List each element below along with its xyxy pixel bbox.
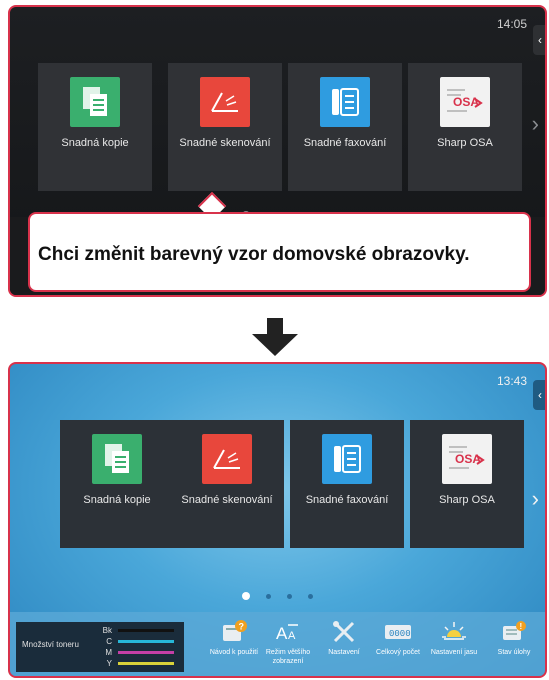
callout-text: Chci změnit barevný vzor domovské obrazo…: [38, 244, 470, 265]
clock: 14:05: [496, 17, 527, 31]
scan-icon: [202, 434, 252, 484]
side-panel-tab[interactable]: ‹: [533, 380, 545, 410]
page-dot[interactable]: [287, 593, 292, 599]
settings-button[interactable]: Nastavení: [316, 618, 372, 657]
svg-text:0000: 0000: [389, 629, 411, 639]
action-label: Nastavení jasu: [430, 649, 478, 656]
toner-bar: [118, 640, 174, 643]
manual-button[interactable]: ? Návod k použití: [206, 618, 262, 657]
large-display-mode-button[interactable]: AA Režim většího zobrazení: [260, 618, 316, 666]
fax-icon: [320, 77, 370, 127]
chevron-left-icon: ‹: [538, 33, 542, 47]
chevron-left-icon: ‹: [538, 388, 542, 402]
toner-row: M: [98, 648, 174, 657]
copy-icon: [70, 77, 120, 127]
counter-icon: 0000: [384, 618, 412, 646]
tile-easy-copy[interactable]: Snadná kopie: [38, 63, 152, 191]
tile-label: Snadná kopie: [61, 137, 129, 149]
tile-sharp-osa[interactable]: OSA Sharp OSA: [410, 420, 524, 548]
page-dot[interactable]: [308, 593, 313, 599]
action-label: Režim většího zobrazení: [265, 649, 311, 665]
svg-text:!: !: [520, 622, 523, 631]
tile-label: Snadné faxování: [305, 494, 389, 506]
next-page-arrow-icon[interactable]: ›: [532, 111, 539, 137]
fax-icon: [322, 434, 372, 484]
scan-icon: [200, 77, 250, 127]
copy-icon: [92, 434, 142, 484]
osa-icon: OSA: [442, 434, 492, 484]
toner-label: Y: [106, 659, 112, 668]
toner-row: C: [98, 637, 174, 646]
brightness-icon: [441, 618, 467, 646]
large-display-icon: AA: [275, 618, 301, 646]
tile-label: Snadné skenování: [181, 494, 273, 506]
action-label: Stav úlohy: [497, 649, 531, 656]
toner-row: Bk: [98, 626, 174, 635]
total-count-button[interactable]: 0000 Celkový počet: [370, 618, 426, 657]
page-dot[interactable]: [242, 592, 250, 600]
page-indicator: [242, 592, 313, 600]
toner-title: Množství toneru: [22, 640, 79, 649]
side-panel-tab[interactable]: ‹: [533, 25, 545, 55]
tile-sharp-osa[interactable]: OSA Sharp OSA: [408, 63, 522, 191]
tile-label: Snadné skenování: [179, 137, 271, 149]
brightness-button[interactable]: Nastavení jasu: [426, 618, 482, 657]
tile-easy-scan[interactable]: Snadné skenování: [170, 420, 284, 548]
toner-bar: [118, 651, 174, 654]
manual-icon: ?: [221, 618, 247, 646]
tile-label: Snadná kopie: [83, 494, 151, 506]
toner-bar: [118, 662, 174, 665]
toner-bar: [118, 629, 174, 632]
job-status-icon: !: [501, 618, 527, 646]
settings-icon: [331, 618, 357, 646]
arrow-down-icon: [252, 318, 298, 361]
tile-label: Sharp OSA: [437, 137, 493, 149]
tile-easy-scan[interactable]: Snadné skenování: [168, 63, 282, 191]
tile-label: Sharp OSA: [439, 494, 495, 506]
toner-row: Y: [98, 659, 174, 668]
page-dot[interactable]: [266, 593, 271, 599]
clock: 13:43: [496, 374, 527, 388]
toner-label: M: [105, 648, 112, 657]
tile-easy-fax[interactable]: Snadné faxování: [288, 63, 402, 191]
action-label: Návod k použití: [209, 649, 259, 656]
action-label: Nastavení: [328, 649, 360, 656]
job-status-button[interactable]: ! Stav úlohy: [486, 618, 542, 657]
action-bar: Množství toneru Bk C M Y ? Návod k použi…: [10, 612, 545, 676]
action-label: Celkový počet: [376, 649, 420, 656]
next-page-arrow-icon[interactable]: ›: [532, 486, 539, 512]
svg-text:A: A: [288, 630, 296, 642]
home-screen-blue: 13:43 ‹ Snadná kopie Snadné skenování Sn…: [8, 362, 547, 678]
tile-easy-fax[interactable]: Snadné faxování: [290, 420, 404, 548]
toner-label: C: [106, 637, 112, 646]
toner-label: Bk: [102, 626, 112, 635]
toner-level-panel[interactable]: Množství toneru Bk C M Y: [16, 622, 184, 672]
svg-text:A: A: [276, 624, 288, 643]
tile-easy-copy[interactable]: Snadná kopie: [60, 420, 174, 548]
tile-label: Snadné faxování: [303, 137, 387, 149]
svg-text:?: ?: [239, 622, 245, 632]
osa-icon: OSA: [440, 77, 490, 127]
